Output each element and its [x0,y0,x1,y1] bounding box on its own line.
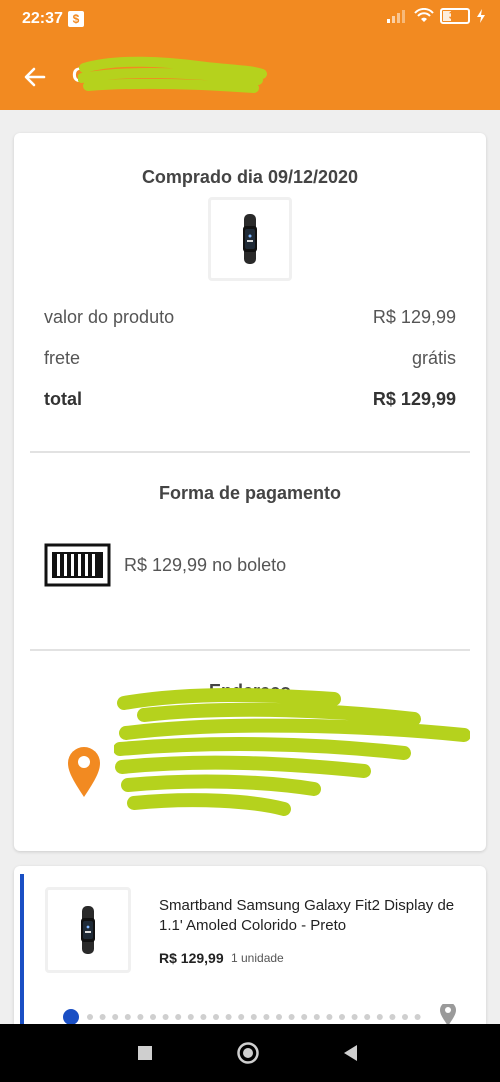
tracking-step-dot [376,1014,383,1020]
item-name: Smartband Samsung Galaxy Fit2 Display de… [159,897,455,934]
tracking-step-dot [87,1014,93,1020]
tracking-step-dot [414,1014,421,1020]
tracking-step-dot [137,1014,144,1020]
payment-section-title: Forma de pagamento [158,483,342,503]
tracking-step-dot [326,1014,333,1020]
back-button[interactable] [18,60,52,94]
row-value: R$ 129,99 [372,389,456,409]
status-icons: 34 [386,8,486,24]
smartband-image [81,906,95,954]
tracking-step-dot [364,1014,371,1020]
tracking-step-dot [402,1014,408,1020]
tracking-step-dot [150,1014,156,1020]
shipping-row: frete grátis [44,348,456,369]
row-value: grátis [411,348,456,368]
tracking-step-dot [112,1014,119,1020]
total-row: total R$ 129,99 [44,389,456,410]
divider [30,649,470,651]
battery-icon: 34 [440,8,470,24]
back-triangle-icon [344,1045,357,1061]
arrow-left-icon [24,67,46,87]
tracking-step-dot [339,1014,345,1020]
battery-level: 34 [448,10,462,22]
barcode-icon [44,543,111,587]
tracking-step-dot [124,1014,131,1020]
system-nav-bar [0,1024,500,1082]
tracking-step-dot [288,1014,295,1020]
redaction-scribble [78,56,267,93]
tracking-step-dot [99,1014,106,1020]
payment-method-text: R$ 129,99 no boleto [124,555,287,575]
home-button[interactable] [236,1041,260,1065]
row-label: valor do produto [44,307,175,327]
purchase-date-title: Comprado dia 09/12/2020 [141,167,359,187]
wifi-icon [414,8,434,22]
tracking-step-dot [313,1014,320,1020]
back-nav-button[interactable] [338,1041,362,1065]
dollar-notification-icon: $ [68,11,84,27]
item-quantity: 1 unidade [231,951,284,965]
product-thumbnail[interactable] [208,197,292,281]
tracking-step-dot [175,1014,182,1020]
product-value-row: valor do produto R$ 129,99 [44,307,456,328]
redaction-scribble [114,688,470,816]
location-pin-icon [68,747,100,797]
charging-icon [477,9,485,23]
tracking-step-dot [389,1014,396,1020]
tracking-progress [63,1004,456,1024]
status-bar: 22:37 $ 34 [0,0,500,42]
tracking-step-dot [200,1014,207,1020]
divider [30,451,470,453]
row-label: total [44,389,82,409]
tracking-step-dot [162,1014,169,1020]
tracking-step-dot [351,1014,358,1020]
status-accent-bar [20,874,24,1046]
row-value: R$ 129,99 [372,307,456,327]
tracking-start-dot [63,1009,79,1024]
tracking-step-dot [213,1014,219,1020]
tracking-step-dot [238,1014,245,1020]
tracking-step-dot [276,1014,282,1020]
home-icon [237,1042,259,1064]
row-label: frete [44,348,81,368]
recent-apps-icon [138,1046,152,1060]
order-summary-card: Comprado dia 09/12/2020 valor do produto… [14,133,486,851]
smartband-image [243,214,257,264]
tracking-step-dot [263,1014,270,1020]
recent-apps-button[interactable] [133,1041,157,1065]
tracking-step-dot [301,1014,308,1020]
signal-icon [387,10,405,23]
tracking-step-dot [250,1014,257,1020]
order-item-card[interactable]: Smartband Samsung Galaxy Fit2 Display de… [14,866,486,1046]
tracking-step-dot [225,1014,232,1020]
tracking-step-dot [187,1014,194,1020]
item-thumbnail[interactable] [45,887,131,973]
status-time: 22:37 [22,10,63,27]
item-price: R$ 129,99 [159,950,224,966]
